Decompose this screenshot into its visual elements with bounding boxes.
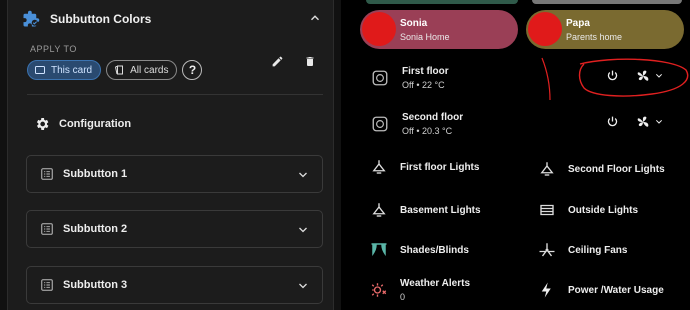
editor-area: Subbutton Colors APPLY TO This card All …	[0, 0, 341, 310]
edit-icon[interactable]	[271, 55, 284, 68]
tile-name: Weather Alerts	[400, 278, 471, 289]
subbutton-label: Subbutton 3	[63, 279, 128, 291]
subbutton-3-row[interactable]: Subbutton 3	[26, 266, 323, 304]
thermostat-state: Off • 20.3 °C	[402, 126, 453, 136]
thermostat-first-floor[interactable]: First floor Off • 22 °C	[362, 61, 690, 101]
power-icon[interactable]	[606, 115, 619, 128]
apply-to-label: APPLY TO	[30, 44, 77, 54]
configuration-header[interactable]: Configuration	[34, 116, 131, 132]
weather-alert-icon	[371, 283, 387, 297]
tile-name: Outside Lights	[568, 204, 638, 216]
card-edge	[532, 0, 682, 4]
gear-icon	[36, 118, 49, 130]
tile-outside-lights[interactable]: Outside Lights	[538, 197, 638, 223]
apply-to-chips: This card All cards ?	[27, 60, 203, 80]
chevron-up-icon[interactable]	[308, 11, 322, 25]
person-card-papa[interactable]: Papa Parents home	[526, 10, 684, 49]
tile-state: 0	[400, 292, 406, 302]
chevron-down-icon[interactable]	[297, 169, 309, 181]
tile-name: Basement Lights	[400, 204, 481, 216]
ceiling-light-icon	[540, 162, 554, 176]
fan-icon[interactable]	[635, 68, 651, 84]
tile-shades-blinds[interactable]: Shades/Blinds	[370, 237, 469, 263]
person-name: Sonia	[400, 18, 428, 29]
thermostat-second-floor[interactable]: Second floor Off • 20.3 °C	[362, 107, 690, 147]
ceiling-light-icon	[372, 160, 386, 174]
ceiling-light-icon	[372, 203, 386, 217]
chevron-down-icon[interactable]	[297, 280, 309, 292]
tile-first-floor-lights[interactable]: First floor Lights	[370, 154, 479, 180]
configuration-label: Configuration	[59, 118, 132, 130]
delete-icon[interactable]	[304, 55, 316, 68]
dashboard-preview: Sonia Sonia Home Papa Parents home First…	[352, 0, 690, 310]
tile-basement-lights[interactable]: Basement Lights	[370, 197, 481, 223]
chevron-down-icon[interactable]	[654, 118, 664, 126]
tile-name: Second Floor Lights	[568, 163, 665, 175]
list-icon	[41, 168, 53, 180]
chip-all-cards[interactable]: All cards	[106, 60, 178, 80]
subbutton-2-row[interactable]: Subbutton 2	[26, 210, 323, 248]
editor-panel: Subbutton Colors APPLY TO This card All …	[7, 0, 334, 310]
fan-icon[interactable]	[635, 114, 651, 130]
thermostat-icon	[372, 116, 388, 132]
subbutton-1-row[interactable]: Subbutton 1	[26, 155, 323, 193]
tile-second-floor-lights[interactable]: Second Floor Lights	[538, 156, 665, 182]
curtains-icon	[371, 243, 387, 256]
chip-this-card[interactable]: This card	[27, 60, 102, 80]
card-edge	[366, 0, 518, 4]
tile-name: First floor Lights	[400, 161, 480, 173]
list-icon	[41, 223, 53, 235]
chip-label: All cards	[130, 64, 169, 76]
person-name: Papa	[566, 18, 590, 29]
tile-name: Ceiling Fans	[568, 244, 628, 256]
ceiling-fan-icon	[539, 243, 555, 257]
subbutton-label: Subbutton 1	[63, 168, 128, 180]
person-card-sonia[interactable]: Sonia Sonia Home	[360, 10, 518, 49]
lightning-bolt-icon	[541, 282, 551, 298]
thermostat-icon	[372, 70, 388, 86]
wall-light-icon	[540, 204, 554, 216]
thermostat-state: Off • 22 °C	[402, 80, 445, 90]
tile-weather-alerts[interactable]: Weather Alerts 0	[370, 277, 470, 303]
power-icon[interactable]	[606, 69, 619, 82]
person-state: Sonia Home	[400, 32, 450, 42]
tile-ceiling-fans[interactable]: Ceiling Fans	[538, 237, 627, 263]
divider	[27, 94, 323, 95]
section-header[interactable]: Subbutton Colors	[22, 8, 322, 30]
help-button[interactable]: ?	[182, 60, 203, 80]
section-title: Subbutton Colors	[50, 12, 152, 26]
tile-name: Shades/Blinds	[400, 244, 469, 256]
avatar	[528, 12, 562, 46]
chevron-down-icon[interactable]	[654, 72, 664, 80]
tile-name: Power /Water Usage	[568, 284, 664, 296]
person-state: Parents home	[566, 32, 623, 42]
thermostat-name: First floor	[402, 66, 449, 77]
chip-label: This card	[51, 64, 93, 76]
list-icon	[41, 279, 53, 291]
chevron-down-icon[interactable]	[297, 224, 309, 236]
tile-power-water-usage[interactable]: Power /Water Usage	[538, 277, 664, 303]
tile-text: Weather Alerts 0	[400, 278, 470, 302]
thermostat-name: Second floor	[402, 112, 464, 123]
avatar	[362, 12, 396, 46]
puzzle-icon	[23, 10, 40, 27]
subbutton-label: Subbutton 2	[63, 223, 128, 235]
cards-icon	[115, 65, 124, 75]
card-icon	[35, 66, 45, 74]
